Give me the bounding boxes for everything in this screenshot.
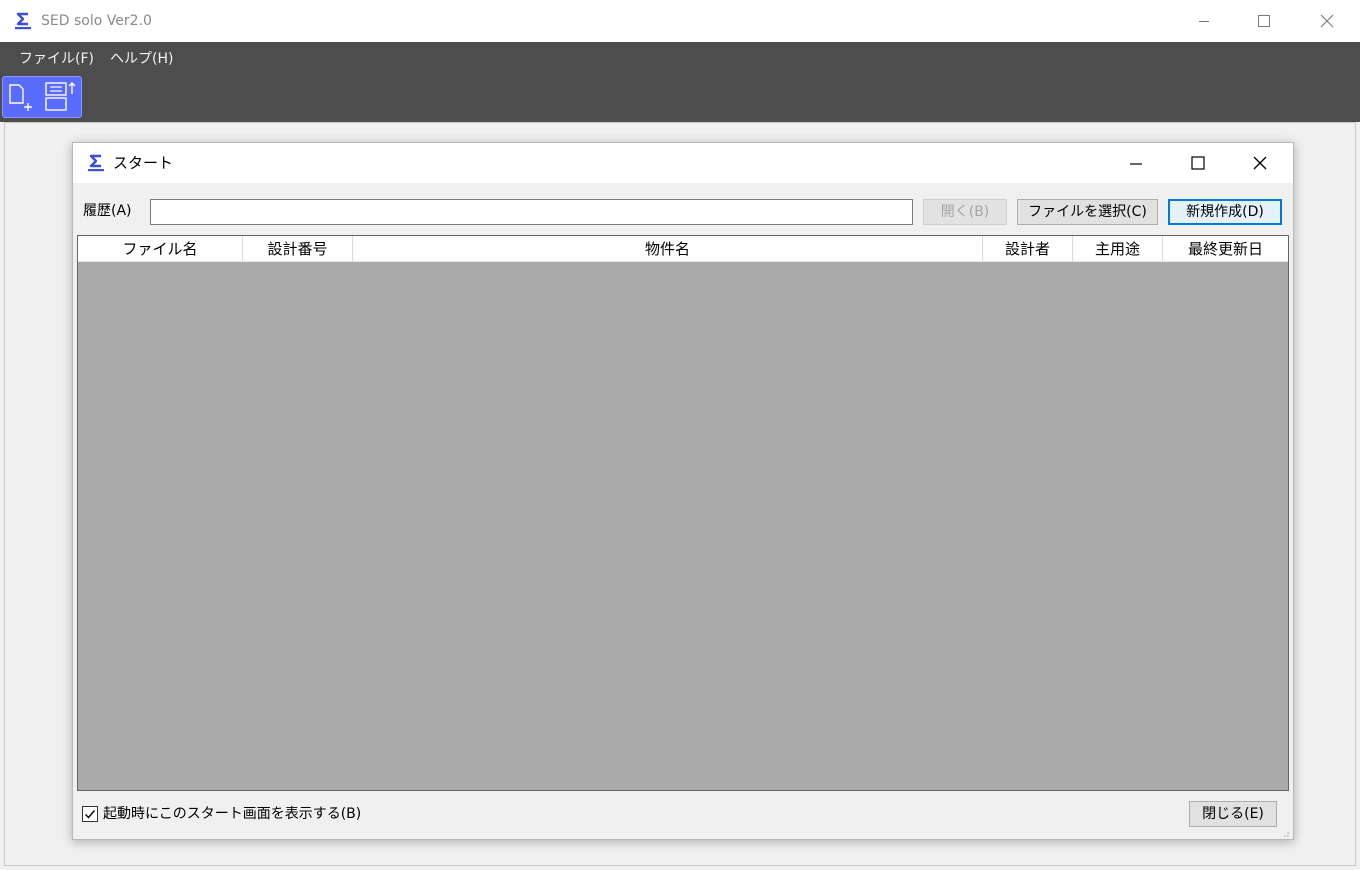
history-input[interactable] [150, 199, 913, 225]
history-label: 履歴(A) [83, 203, 132, 219]
column-header-designer[interactable]: 設計者 [983, 236, 1073, 261]
close-icon [1253, 156, 1267, 170]
dialog-close-button[interactable] [1229, 143, 1291, 183]
column-header-design-number[interactable]: 設計番号 [243, 236, 353, 261]
app-title: SED solo Ver2.0 [41, 13, 152, 29]
close-button[interactable]: 閉じる(E) [1189, 801, 1277, 827]
maximize-icon [1191, 156, 1205, 170]
column-header-last-updated[interactable]: 最終更新日 [1163, 236, 1288, 261]
sed-logo-icon [12, 10, 34, 32]
menu-help[interactable]: ヘルプ(H) [110, 49, 173, 69]
dialog-title-bar: スタート [73, 143, 1293, 183]
dialog-title: スタート [113, 154, 174, 172]
open-button[interactable]: 開く(B) [923, 199, 1007, 225]
menu-file[interactable]: ファイル(F) [19, 49, 94, 69]
minimize-button[interactable] [1174, 0, 1234, 42]
import-document-icon [45, 82, 76, 111]
sed-logo-icon [85, 152, 107, 174]
list-body [78, 262, 1288, 790]
dialog-minimize-button[interactable] [1105, 143, 1167, 183]
toolbar [2, 76, 82, 118]
maximize-button[interactable] [1234, 0, 1294, 42]
show-on-startup-checkbox[interactable] [82, 806, 98, 822]
menu-bar [0, 42, 1360, 122]
select-file-button[interactable]: ファイルを選択(C) [1017, 199, 1158, 225]
new-document-icon [9, 84, 32, 111]
column-header-main-use[interactable]: 主用途 [1073, 236, 1163, 261]
title-bar: SED solo Ver2.0 [0, 0, 1360, 42]
new-document-button[interactable] [6, 82, 38, 112]
column-header-property-name[interactable]: 物件名 [353, 236, 983, 261]
history-list[interactable]: ファイル名 設計番号 物件名 設計者 主用途 最終更新日 [77, 235, 1289, 791]
maximize-icon [1258, 15, 1270, 27]
column-header-file-name[interactable]: ファイル名 [78, 236, 243, 261]
checkmark-icon [85, 810, 96, 819]
show-on-startup-label[interactable]: 起動時にこのスタート画面を表示する(B) [103, 804, 361, 824]
close-window-button[interactable] [1297, 0, 1357, 42]
dialog-maximize-button[interactable] [1167, 143, 1229, 183]
start-dialog: スタート 履歴(A) 開く(B) ファイルを選択(C) 新規作成(D) ファイル… [72, 142, 1294, 840]
minimize-icon [1199, 21, 1209, 22]
close-icon [1320, 14, 1334, 28]
minimize-icon [1130, 163, 1142, 165]
list-header: ファイル名 設計番号 物件名 設計者 主用途 最終更新日 [78, 236, 1288, 262]
import-document-button[interactable] [43, 80, 77, 114]
resize-grip-icon[interactable] [1280, 826, 1290, 837]
new-button[interactable]: 新規作成(D) [1168, 199, 1282, 225]
